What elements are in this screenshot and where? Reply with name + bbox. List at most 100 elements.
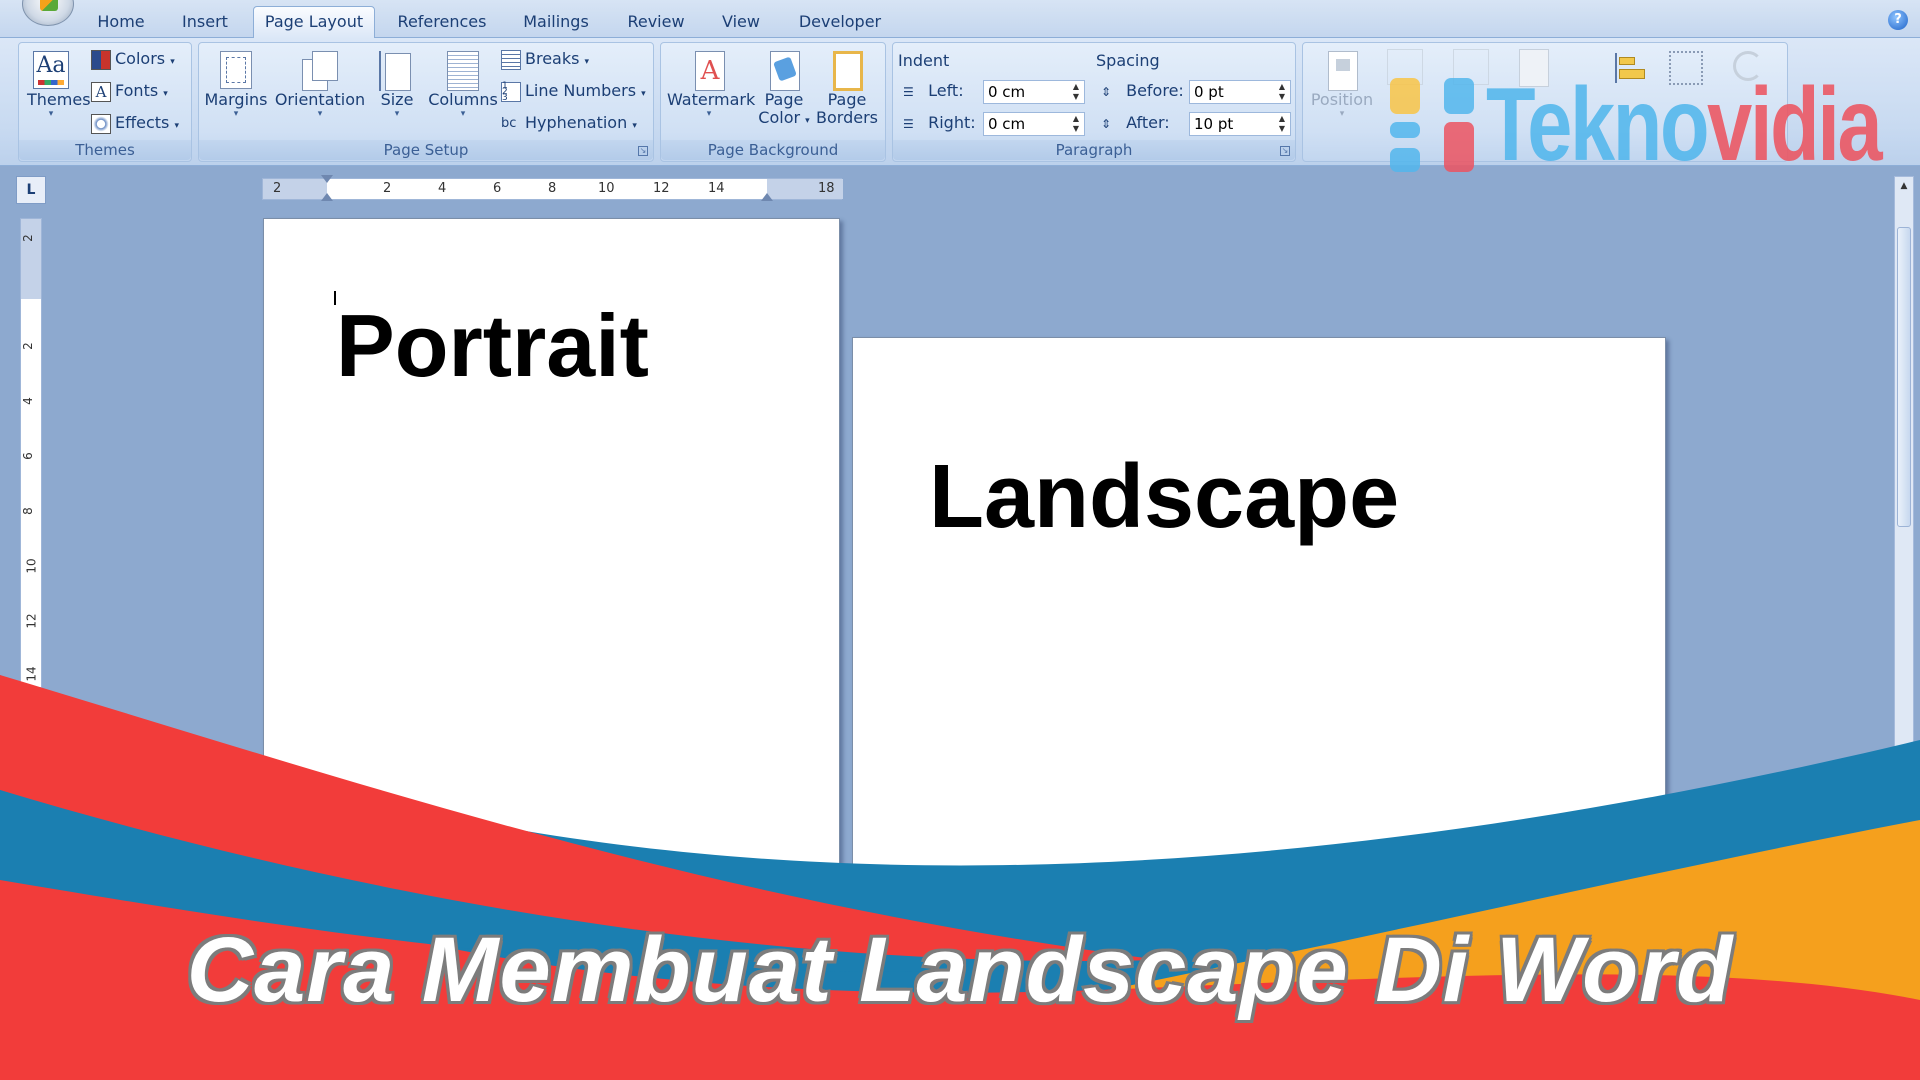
vruler-tick-label: 14 <box>24 666 39 682</box>
tab-insert[interactable]: Insert <box>176 10 234 38</box>
vruler-tick-label: 2 <box>20 342 35 350</box>
size-button[interactable]: Size ▾ <box>371 49 423 119</box>
page-background-group: A Watermark ▾ Page Color ▾ Page Borders P… <box>660 42 886 162</box>
hanging-indent-marker-icon[interactable] <box>321 193 333 201</box>
columns-icon <box>443 49 483 91</box>
scroll-up-icon[interactable]: ▲ <box>1895 177 1913 195</box>
paragraph-group-label: Paragraph <box>893 140 1295 160</box>
help-icon[interactable]: ? <box>1888 10 1908 30</box>
spacing-before-input[interactable]: 0 pt ▲ ▼ <box>1189 80 1291 104</box>
paragraph-group: Indent ☰ Left: 0 cm ▲ ▼ ☰ Right: 0 cm ▲ ▼ Sp… <box>892 42 1296 162</box>
spacing-heading: Spacing <box>1096 51 1160 70</box>
office-button[interactable] <box>22 0 74 26</box>
line-numbers-icon: 123 <box>501 81 521 102</box>
logo-square-red <box>1444 122 1474 172</box>
logo-square-blue <box>1444 78 1474 114</box>
spacing-after-icon: ⇕ <box>1101 117 1112 131</box>
right-indent-marker-icon[interactable] <box>761 193 773 201</box>
logo-square-yellow <box>1390 78 1420 114</box>
spacing-after-spinner-icon[interactable]: ▲ ▼ <box>1277 114 1287 134</box>
page-setup-group: Margins ▾ Orientation ▾ Size ▾ Columns ▾ Bre… <box>198 42 654 162</box>
landscape-page[interactable]: Landscape <box>852 337 1666 914</box>
vertical-ruler[interactable]: 2 2 4 6 8 10 12 14 <box>20 218 42 688</box>
tab-developer[interactable]: Developer <box>796 10 884 38</box>
tab-page-layout[interactable]: Page Layout <box>253 6 375 39</box>
page-color-icon <box>764 49 804 91</box>
tab-mailings[interactable]: Mailings <box>518 10 594 38</box>
indent-left-input[interactable]: 0 cm ▲ ▼ <box>983 80 1085 104</box>
page-borders-button[interactable]: Page Borders <box>815 49 879 127</box>
indent-heading: Indent <box>898 51 950 70</box>
spacing-before-label: ⇕ Before: <box>1101 81 1184 100</box>
vertical-scrollbar[interactable]: ▲ <box>1894 176 1914 1006</box>
indent-right-icon: ☰ <box>903 117 914 131</box>
tab-selector-button[interactable]: L <box>16 176 46 204</box>
logo-wordmark: Teknovidia <box>1486 67 1883 183</box>
indent-right-value: 0 cm <box>988 115 1026 133</box>
breaks-button[interactable]: Breaks ▾ <box>501 47 589 71</box>
margins-label: Margins <box>204 90 268 109</box>
logo-square-blue-bottom <box>1390 148 1420 172</box>
page-color-label-2: Color ▾ <box>758 108 810 127</box>
first-line-indent-marker-icon[interactable] <box>321 175 333 183</box>
hruler-tick-label: 6 <box>493 181 502 196</box>
position-button[interactable]: Position ▾ <box>1307 49 1377 119</box>
size-label: Size <box>380 90 414 109</box>
breaks-label: Breaks <box>525 49 580 68</box>
orientation-button[interactable]: Orientation ▾ <box>273 49 367 119</box>
indent-right-spinner-icon[interactable]: ▲ ▼ <box>1071 114 1081 134</box>
page-setup-group-label: Page Setup <box>199 140 653 160</box>
position-label: Position <box>1310 90 1374 109</box>
tab-references[interactable]: References <box>396 10 488 38</box>
page-color-button[interactable]: Page Color ▾ <box>755 49 813 130</box>
hyphenation-icon: bc <box>501 115 517 131</box>
tab-view[interactable]: View <box>718 10 764 38</box>
fonts-label: Fonts <box>115 81 159 100</box>
landscape-heading: Landscape <box>929 447 1400 547</box>
office-logo-icon <box>40 0 58 11</box>
ribbon-tab-bar: Home Insert Page Layout References Maili… <box>0 0 1920 39</box>
hruler-tick-label: 12 <box>653 181 670 196</box>
indent-left-label: ☰ Left: <box>903 81 964 100</box>
themes-group: Aa Themes ▾ Colors ▾ A Fonts ▾ Effects ▾ … <box>18 42 192 162</box>
themes-button[interactable]: Aa Themes ▾ <box>27 49 91 119</box>
horizontal-ruler[interactable]: 2 2 4 6 8 10 12 14 18 <box>262 175 843 201</box>
line-numbers-button[interactable]: 1 2 3 Line Numbers ▾ <box>501 79 646 103</box>
indent-right-input[interactable]: 0 cm ▲ ▼ <box>983 112 1085 136</box>
spacing-after-input[interactable]: 10 pt ▲ ▼ <box>1189 112 1291 136</box>
spacing-after-value: 10 pt <box>1194 115 1234 133</box>
spacing-before-spinner-icon[interactable]: ▲ ▼ <box>1277 82 1287 102</box>
colors-label: Colors <box>115 49 166 68</box>
indent-left-spinner-icon[interactable]: ▲ ▼ <box>1071 82 1081 102</box>
colors-icon <box>91 49 111 70</box>
effects-button[interactable]: Effects ▾ <box>91 111 179 135</box>
paragraph-launcher-icon[interactable]: ↘ <box>1280 146 1290 156</box>
page-color-label-1: Page <box>764 90 804 109</box>
page-borders-label-2: Borders <box>816 108 878 127</box>
columns-button[interactable]: Columns ▾ <box>427 49 499 119</box>
vruler-tick-label: 6 <box>20 452 35 460</box>
margins-button[interactable]: Margins ▾ <box>203 49 269 119</box>
hruler-tick-label: 10 <box>598 181 615 196</box>
hruler-tick-label: 2 <box>273 181 282 196</box>
scrollbar-thumb[interactable] <box>1897 227 1911 527</box>
watermark-label: Watermark <box>667 90 756 109</box>
vruler-top-margin <box>21 219 41 299</box>
hruler-tick-label: 2 <box>383 181 392 196</box>
hruler-tick-label: 8 <box>548 181 557 196</box>
indent-right-label: ☰ Right: <box>903 113 976 132</box>
line-numbers-label: Line Numbers <box>525 81 637 100</box>
vruler-tick-label: 12 <box>24 613 39 629</box>
fonts-button[interactable]: A Fonts ▾ <box>91 79 168 103</box>
colors-button[interactable]: Colors ▾ <box>91 47 175 71</box>
tab-home[interactable]: Home <box>92 10 150 38</box>
watermark-button[interactable]: A Watermark ▾ <box>667 49 756 119</box>
portrait-page[interactable]: Portrait <box>263 218 840 958</box>
banner-title: Cara Membuat Landscape Di Word <box>186 919 1734 1021</box>
themes-group-label: Themes <box>19 140 191 160</box>
hyphenation-button[interactable]: bc Hyphenation ▾ <box>501 111 637 135</box>
page-setup-launcher-icon[interactable]: ↘ <box>638 146 648 156</box>
effects-icon <box>91 113 111 134</box>
vruler-tick-label: 10 <box>24 558 39 574</box>
tab-review[interactable]: Review <box>624 10 688 38</box>
